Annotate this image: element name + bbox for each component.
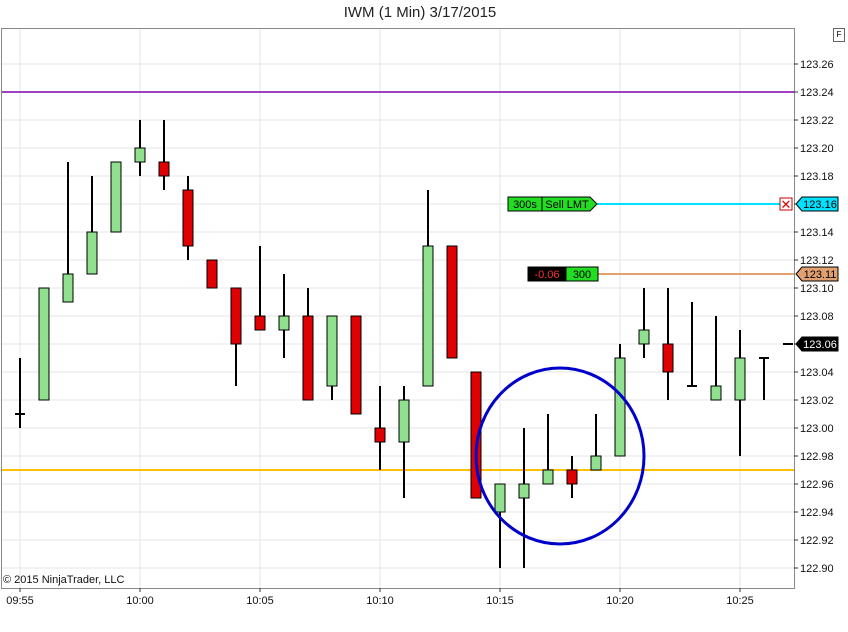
candle-body [662, 343, 674, 373]
candle-body [638, 329, 650, 345]
candle [182, 176, 194, 260]
x-tick-label: 10:25 [726, 595, 754, 607]
candle [734, 330, 746, 456]
candle-body [206, 259, 218, 289]
candle [494, 483, 506, 568]
candle-body [134, 147, 146, 163]
y-tick-label: 123.20 [800, 143, 834, 155]
candle [374, 386, 386, 470]
candle [710, 316, 722, 401]
y-tick-label: 122.94 [800, 507, 834, 519]
candle-body [422, 245, 434, 387]
y-tick-label: 123.10 [800, 283, 834, 295]
candle-body [614, 357, 626, 457]
candle-body [446, 245, 458, 359]
order-quantity-label: 300s [513, 199, 537, 211]
candle-body [398, 399, 410, 443]
candle [326, 315, 338, 400]
last-price-label: 123.06 [803, 339, 837, 351]
candle-body [542, 469, 554, 485]
candle-body [734, 357, 746, 401]
candle-body [566, 469, 578, 485]
x-tick-label: 10:15 [486, 595, 514, 607]
y-tick-label: 122.92 [800, 535, 834, 547]
candle [86, 176, 98, 275]
candle [38, 287, 50, 401]
candle [566, 456, 578, 498]
candle [590, 414, 602, 471]
y-tick-label: 123.08 [800, 311, 834, 323]
candle [206, 259, 218, 289]
candlestick-chart[interactable]: 123.26 123.24 123.22 123.20 123.18 123.16 123.… [0, 0, 848, 632]
candle-body [302, 315, 314, 401]
x-tick-label: 09:55 [6, 595, 34, 607]
candle [230, 287, 242, 386]
x-tick-label: 10:20 [606, 595, 634, 607]
cancel-order-icon[interactable]: ✕ [779, 197, 793, 213]
y-tick-label: 123.12 [800, 255, 834, 267]
candle-body [110, 161, 122, 233]
candle-body [254, 315, 266, 331]
y-tick-label: 123.22 [800, 115, 834, 127]
y-tick-label: 123.26 [800, 59, 834, 71]
order-price-label: 123.16 [803, 199, 837, 211]
candle [350, 315, 362, 415]
candle [302, 288, 314, 401]
y-tick-label: 122.90 [800, 563, 834, 575]
position-pnl-label: -0.06 [534, 269, 559, 281]
y-tick-label: 122.98 [800, 451, 834, 463]
candle-body [38, 287, 50, 401]
x-tick-label: 10:00 [126, 595, 154, 607]
candle-body [710, 385, 722, 401]
candle-body [374, 427, 386, 443]
candle-body [518, 483, 530, 499]
candle [398, 386, 410, 498]
y-tick-label: 122.96 [800, 479, 834, 491]
chart-frame [1, 28, 795, 589]
y-tick-label: 123.04 [800, 367, 834, 379]
candle [134, 120, 146, 176]
y-tick-label: 123.18 [800, 171, 834, 183]
cancel-glyph: ✕ [781, 198, 792, 213]
y-axis: 123.26 123.24 123.22 123.20 123.18 123.16 123.… [794, 59, 834, 575]
position-quantity-label: 300 [573, 269, 591, 281]
copyright-text: © 2015 NinjaTrader, LLC [3, 574, 124, 586]
overlays: 300s Sell LMT ✕ 123.16 -0.06 300 123.11 123.06 [474, 196, 839, 546]
candle-body [350, 315, 362, 415]
horizontal-lines [2, 91, 794, 471]
candle-body [590, 455, 602, 471]
candle [15, 358, 25, 428]
x-tick-label: 10:10 [366, 595, 394, 607]
candle [518, 428, 530, 568]
candle [278, 274, 290, 358]
candle-body [62, 273, 74, 303]
x-axis: 09:55 10:00 10:05 10:10 10:15 10:20 10:25 [6, 588, 754, 607]
y-tick-label: 123.14 [800, 227, 834, 239]
candle [422, 190, 434, 387]
candle [446, 245, 458, 359]
candle-body [158, 161, 170, 177]
candle-body [230, 287, 242, 345]
candle-body [86, 231, 98, 275]
candle [110, 161, 122, 233]
candle-body [494, 483, 506, 513]
y-tick-label: 123.02 [800, 395, 834, 407]
position-price-label: 123.11 [804, 269, 837, 281]
candle [158, 120, 170, 190]
order-type-label: Sell LMT [545, 199, 589, 211]
position-tag[interactable]: -0.06 300 [527, 266, 599, 282]
candle [542, 414, 554, 485]
y-tick-label: 123.00 [800, 423, 834, 435]
candle-body [326, 315, 338, 387]
candle-body [278, 315, 290, 331]
x-tick-label: 10:05 [246, 595, 274, 607]
candle-body [182, 189, 194, 247]
candle [662, 288, 674, 400]
y-tick-label: 123.24 [800, 87, 834, 99]
candle [638, 288, 650, 358]
sell-limit-order-tag[interactable]: 300s Sell LMT [507, 196, 598, 212]
candle [759, 357, 769, 400]
grid [2, 30, 794, 588]
